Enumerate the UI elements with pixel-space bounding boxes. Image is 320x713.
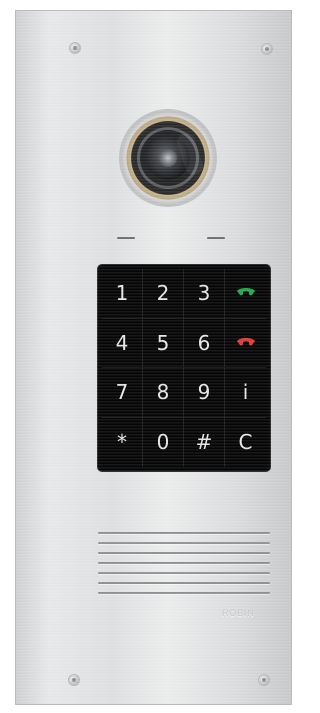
key-5-label: 5 xyxy=(156,330,170,355)
key-6-label: 6 xyxy=(197,330,211,355)
speaker-slot xyxy=(98,542,270,544)
speaker-slot xyxy=(98,552,270,554)
camera-ring xyxy=(121,111,215,205)
clear-key[interactable]: C xyxy=(225,418,266,468)
key-1[interactable]: 1 xyxy=(102,269,143,319)
top-right-screw-icon xyxy=(262,44,272,54)
top-left-screw-icon xyxy=(70,43,80,53)
key-3[interactable]: 3 xyxy=(184,269,225,319)
left-indicator xyxy=(117,237,135,239)
key-7[interactable]: 7 xyxy=(102,368,143,418)
call-key[interactable] xyxy=(225,269,266,319)
key-6[interactable]: 6 xyxy=(184,318,225,368)
key-9[interactable]: 9 xyxy=(184,368,225,418)
phone-green-icon xyxy=(235,281,257,305)
key-2[interactable]: 2 xyxy=(143,269,184,319)
keypad: 1 2 3 4 5 6 7 8 9 i * 0 # C xyxy=(98,265,270,471)
info-key[interactable]: i xyxy=(225,368,266,418)
key-9-label: 9 xyxy=(197,380,211,405)
key-7-label: 7 xyxy=(115,380,129,405)
right-indicator xyxy=(207,237,225,239)
speaker-slot xyxy=(98,582,270,584)
key-3-label: 3 xyxy=(197,281,211,306)
speaker-slot xyxy=(98,562,270,564)
brand-label: ROBIN xyxy=(222,608,255,618)
key-5[interactable]: 5 xyxy=(143,318,184,368)
speaker-slot xyxy=(98,592,270,594)
key-2-label: 2 xyxy=(156,281,170,306)
speaker-slot xyxy=(98,572,270,574)
intercom-panel: 1 2 3 4 5 6 7 8 9 i * 0 # C ROBIN xyxy=(15,10,292,705)
speaker-grille xyxy=(98,532,270,602)
key-1-label: 1 xyxy=(115,281,129,306)
phone-red-icon xyxy=(235,331,257,355)
bottom-right-screw-icon xyxy=(259,675,269,685)
hash-key-label: # xyxy=(195,430,213,455)
key-0[interactable]: 0 xyxy=(143,417,184,467)
star-key[interactable]: * xyxy=(102,417,143,467)
key-4-label: 4 xyxy=(115,330,129,355)
hash-key[interactable]: # xyxy=(184,417,225,467)
key-0-label: 0 xyxy=(156,430,170,455)
hangup-key[interactable] xyxy=(225,319,266,368)
key-8[interactable]: 8 xyxy=(143,368,184,418)
key-8-label: 8 xyxy=(156,380,170,405)
clear-key-label: C xyxy=(238,430,253,455)
speaker-slot xyxy=(98,532,270,534)
bottom-left-screw-icon xyxy=(69,675,79,685)
info-key-label: i xyxy=(242,380,249,405)
key-4[interactable]: 4 xyxy=(102,318,143,368)
star-key-label: * xyxy=(117,430,127,455)
